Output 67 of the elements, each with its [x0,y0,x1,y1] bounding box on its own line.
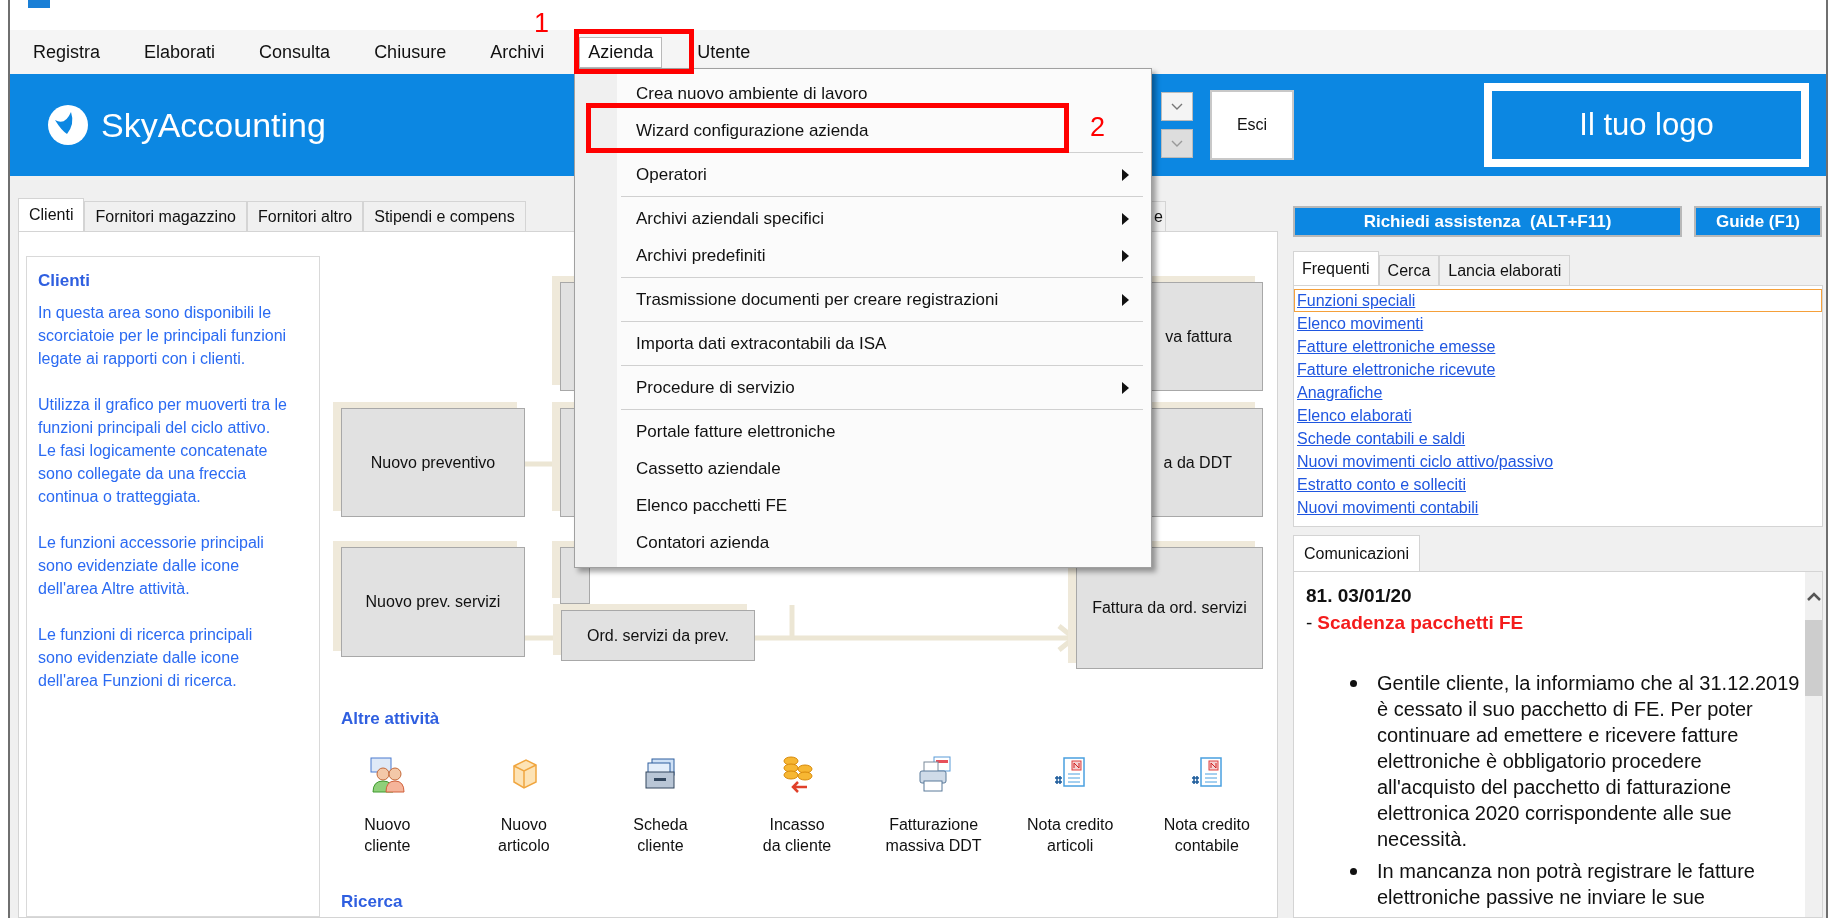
tab[interactable]: Lancia elaborati [1439,255,1571,285]
logo-icon [47,104,89,146]
message-title: Scadenza pacchetti FE [1317,611,1524,635]
shortcut-link[interactable]: Estratto conto e solleciti [1294,473,1822,496]
tab[interactable]: Fornitori magazzino [84,201,247,231]
shortcut-link[interactable]: Fatture elettroniche ricevute [1294,358,1822,381]
message-text: Gentile cliente, la informiamo che al 31.12.2019 è cessato il suo pacchetto di FE. Per poter continuare ad emettere e ricevere fatture elettroniche è obbligatorio procedere all'acquisto del pacchetto di fatturazione elettronica 2020 corrispondente alle sue necessità. [1377,671,1801,852]
connector-line [789,605,795,638]
annotation-number: 1 [534,8,550,38]
menu-option[interactable]: Archivi predefiniti [575,237,1151,274]
message-number: 81. 03/01/20 [1306,584,1413,608]
scroll-thumb[interactable] [1805,620,1822,696]
activity-label[interactable]: Nuovo articolo [498,814,550,856]
shortcut-link[interactable]: Elenco movimenti [1294,312,1822,335]
menu-item[interactable]: Consulta [250,36,340,68]
menu-item[interactable]: Azienda [579,36,663,68]
shortcut-link[interactable]: Nuovi movimenti ciclo attivo/passivo [1294,450,1822,473]
annotation-number: 2 [1090,112,1106,142]
shortcut-link[interactable]: Elenco elaborati [1294,404,1822,427]
activity-label[interactable]: Scheda cliente [633,814,688,856]
menu-item[interactable]: Utente [688,36,760,68]
shortcut-link[interactable]: Funzioni speciali [1294,289,1822,312]
tab[interactable]: Stipendi e compens [363,201,526,231]
tab[interactable]: Frequenti [1293,251,1379,285]
tab[interactable]: Cerca [1378,255,1440,285]
dropdown-field[interactable] [1161,129,1193,158]
bullet-icon [1350,868,1357,875]
activity-label[interactable]: Incasso da cliente [762,814,832,856]
description-text: In questa area sono disponibili le scorciatoie per le principali funzioni legate ai rapporti con i clienti. [38,303,288,369]
menu-item[interactable]: Chiusure [365,36,456,68]
shortcut-link[interactable]: Schede contabili e saldi [1294,427,1822,450]
people-icon [367,754,408,794]
app-logo: SkyAccounting [101,105,326,145]
description-text: Le funzioni accessorie principali sono evidenziate dalle icone dell'area Altre attività. [38,533,265,599]
message-text: In mancanza non potrà registrare le fatture elettroniche passive ne inviare le sue [1377,859,1756,910]
scrollbar[interactable] [1805,572,1822,917]
tab[interactable]: Clienti [18,198,85,231]
app-icon [28,0,50,8]
activity-label[interactable]: Nota credito contabile [1163,814,1250,856]
menu-item[interactable]: Archivi [481,36,554,68]
chevron-icon [1171,102,1183,111]
dash-text: - [1306,611,1313,635]
description-text: Utilizza il grafico per muoverti tra le funzioni principali del ciclo attivo. Le fasi logicamente concatenate sono collegate da una freccia continua o tratteggiata. [38,395,288,507]
tab[interactable]: Comunicazioni [1293,535,1420,571]
tab[interactable]: Fornitori altro [246,201,364,231]
activity-label[interactable]: Fatturazione massiva DDT [885,814,982,856]
scroll-up-icon[interactable] [1805,592,1822,602]
chevron-icon [1171,139,1183,148]
logo-field: Il tuo logo [1484,83,1809,167]
menu-item[interactable]: Registra [24,36,110,68]
exit-button[interactable]: Esci [1210,90,1294,160]
bullet-icon [1350,680,1357,687]
menu-option[interactable]: Archivi aziendali specifici [575,200,1151,237]
description-text: Le funzioni di ricerca principali sono evidenziate dalle icone dell'area Funzioni di ricerca. [38,625,254,691]
section-title: Ricerca [341,892,404,912]
assistance-button[interactable]: Richiedi assistenza (ALT+F11) [1293,206,1682,237]
shortcut-link[interactable]: Anagrafiche [1294,381,1822,404]
section-title: Altre attività [341,709,441,729]
activity-label[interactable]: Nota credito articoli [1027,814,1114,856]
shortcut-link[interactable]: Fatture elettroniche emesse [1294,335,1822,358]
activity-label[interactable]: Nuovo cliente [364,814,411,856]
shortcut-link[interactable]: Nuovi movimenti contabili [1294,496,1822,519]
guide-button[interactable]: Guide (F1) [1694,206,1822,237]
menu-item[interactable]: Elaborati [135,36,225,68]
dropdown-field[interactable] [1161,92,1193,121]
section-title: Clienti [38,271,91,291]
menu-option[interactable]: Operatori [575,156,1151,193]
